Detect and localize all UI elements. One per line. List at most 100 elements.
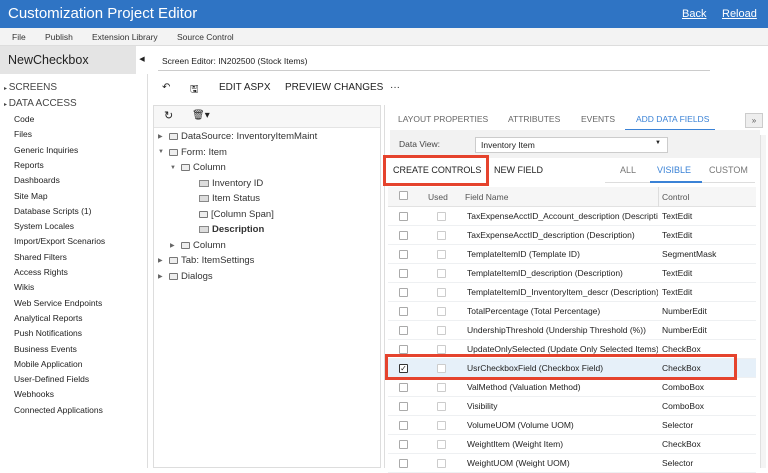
row-select-checkbox[interactable] xyxy=(399,402,408,411)
filter-all[interactable]: ALL xyxy=(620,165,636,175)
sidebar-section-screens[interactable]: ▸ SCREENS xyxy=(4,82,57,93)
sidebar-item[interactable]: User-Defined Fields xyxy=(14,374,89,384)
sidebar-item[interactable]: Connected Applications xyxy=(14,405,103,415)
table-row[interactable]: ValMethod (Valuation Method) ComboBox xyxy=(388,378,756,397)
row-select-checkbox[interactable] xyxy=(399,345,408,354)
tree-node[interactable]: Inventory ID xyxy=(182,178,263,189)
sidebar-item[interactable]: Access Rights xyxy=(14,267,68,277)
sidebar-item[interactable]: Webhooks xyxy=(14,389,54,399)
sidebar: NewCheckbox ◀ ▸ SCREENS ▸ DATA ACCESS Co… xyxy=(0,46,148,468)
row-select-checkbox[interactable] xyxy=(399,307,408,316)
table-row[interactable]: TemplateItemID_description (Description)… xyxy=(388,264,756,283)
undo-icon[interactable]: ↶ xyxy=(162,82,170,93)
table-row[interactable]: VolumeUOM (Volume UOM) Selector xyxy=(388,416,756,435)
preview-changes-button[interactable]: PREVIEW CHANGES xyxy=(285,82,383,93)
refresh-icon[interactable]: ↻ xyxy=(164,109,173,122)
data-view-label: Data View: xyxy=(399,139,440,149)
tree-node[interactable]: ▶ Tab: ItemSettings xyxy=(158,255,254,266)
highlight-selected-row xyxy=(385,354,737,380)
field-name: WeightItem (Weight Item) xyxy=(467,439,564,449)
table-row[interactable]: WeightUOM (Weight UOM) Selector xyxy=(388,454,756,473)
expand-panel-icon[interactable]: » xyxy=(745,113,763,128)
menu-source-control[interactable]: Source Control xyxy=(177,32,234,42)
row-select-checkbox[interactable] xyxy=(399,212,408,221)
row-select-checkbox[interactable] xyxy=(399,269,408,278)
sidebar-item[interactable]: Shared Filters xyxy=(14,252,67,262)
caret-right-icon[interactable]: ▶ xyxy=(158,133,166,140)
row-select-checkbox[interactable] xyxy=(399,421,408,430)
menu-extension-library[interactable]: Extension Library xyxy=(92,32,158,42)
used-checkbox xyxy=(437,212,446,221)
delete-icon[interactable]: 🗑▾ xyxy=(192,110,210,121)
new-field-button[interactable]: NEW FIELD xyxy=(494,165,543,175)
collapse-sidebar-button[interactable]: ◀ xyxy=(136,46,148,74)
sidebar-item[interactable]: Dashboards xyxy=(14,175,60,185)
sidebar-item[interactable]: Reports xyxy=(14,160,44,170)
sidebar-item[interactable]: Wikis xyxy=(14,282,34,292)
reload-link[interactable]: Reload xyxy=(722,8,757,20)
sidebar-item[interactable]: Web Service Endpoints xyxy=(14,298,102,308)
sidebar-item[interactable]: Files xyxy=(14,129,32,139)
col-field-name: Field Name xyxy=(465,192,509,202)
tree-node[interactable]: Item Status xyxy=(182,193,260,204)
sidebar-item[interactable]: Analytical Reports xyxy=(14,313,83,323)
sidebar-item[interactable]: Database Scripts (1) xyxy=(14,206,91,216)
row-select-checkbox[interactable] xyxy=(399,326,408,335)
table-row[interactable]: TaxExpenseAcctID_Account_description (De… xyxy=(388,207,756,226)
save-icon[interactable]: 🖫 xyxy=(190,82,199,99)
tree-node[interactable]: ▼ Form: Item xyxy=(158,147,227,158)
sidebar-item[interactable]: Code xyxy=(14,114,34,124)
filter-custom[interactable]: CUSTOM xyxy=(709,165,748,175)
table-row[interactable]: WeightItem (Weight Item) CheckBox xyxy=(388,435,756,454)
menu-file[interactable]: File xyxy=(12,32,26,42)
row-select-checkbox[interactable] xyxy=(399,440,408,449)
table-row[interactable]: TotalPercentage (Total Percentage) Numbe… xyxy=(388,302,756,321)
tree-node[interactable]: ▼ Column xyxy=(170,162,226,173)
table-row[interactable]: Visibility ComboBox xyxy=(388,397,756,416)
tree-node[interactable]: ▶ Column xyxy=(170,240,226,251)
filter-visible[interactable]: VISIBLE xyxy=(657,165,691,175)
row-select-checkbox[interactable] xyxy=(399,288,408,297)
caret-down-icon[interactable]: ▼ xyxy=(170,165,178,171)
sidebar-item[interactable]: Generic Inquiries xyxy=(14,145,78,155)
tab-layout-properties[interactable]: LAYOUT PROPERTIES xyxy=(398,114,488,124)
row-select-checkbox[interactable] xyxy=(399,383,408,392)
tree-node[interactable]: ▶ Dialogs xyxy=(158,271,213,282)
table-row[interactable]: TemplateItemID (Template ID) SegmentMask xyxy=(388,245,756,264)
tab-events[interactable]: EVENTS xyxy=(581,114,615,124)
table-row[interactable]: TemplateItemID_InventoryItem_descr (Desc… xyxy=(388,283,756,302)
scrollbar[interactable] xyxy=(760,135,766,468)
more-button[interactable]: ··· xyxy=(390,82,400,93)
sidebar-item[interactable]: Import/Export Scenarios xyxy=(14,236,105,246)
field-name: ValMethod (Valuation Method) xyxy=(467,382,581,392)
row-select-checkbox[interactable] xyxy=(399,250,408,259)
menu-publish[interactable]: Publish xyxy=(45,32,73,42)
edit-aspx-button[interactable]: EDIT ASPX xyxy=(219,82,271,93)
back-link[interactable]: Back xyxy=(682,8,706,20)
table-row[interactable]: TaxExpenseAcctID_description (Descriptio… xyxy=(388,226,756,245)
caret-down-icon[interactable]: ▼ xyxy=(158,149,166,155)
sidebar-section-data-access[interactable]: ▸ DATA ACCESS xyxy=(4,98,77,109)
control-type: Selector xyxy=(662,458,694,468)
sidebar-item[interactable]: Site Map xyxy=(14,191,48,201)
used-checkbox xyxy=(437,288,446,297)
tab-add-data-fields[interactable]: ADD DATA FIELDS xyxy=(636,114,709,124)
divider xyxy=(658,187,659,207)
tree-node[interactable]: [Column Span] xyxy=(182,209,274,220)
caret-right-icon[interactable]: ▶ xyxy=(170,242,178,249)
row-select-checkbox[interactable] xyxy=(399,231,408,240)
data-view-select[interactable]: Inventory Item ▼ xyxy=(475,137,668,153)
caret-right-icon[interactable]: ▶ xyxy=(158,273,166,280)
sidebar-item[interactable]: Business Events xyxy=(14,344,77,354)
select-all-checkbox[interactable] xyxy=(399,191,408,200)
tab-attributes[interactable]: ATTRIBUTES xyxy=(508,114,560,124)
caret-right-icon[interactable]: ▶ xyxy=(158,257,166,264)
row-select-checkbox[interactable] xyxy=(399,459,408,468)
sidebar-item[interactable]: Mobile Application xyxy=(14,359,83,369)
sidebar-item[interactable]: Push Notifications xyxy=(14,328,82,338)
sidebar-item[interactable]: System Locales xyxy=(14,221,74,231)
table-row[interactable]: UndershipThreshold (Undership Threshold … xyxy=(388,321,756,340)
tree-node[interactable]: ▶ DataSource: InventoryItemMaint xyxy=(158,131,317,142)
tree-node[interactable]: Description xyxy=(182,224,264,235)
data-view-value: Inventory Item xyxy=(481,140,535,150)
